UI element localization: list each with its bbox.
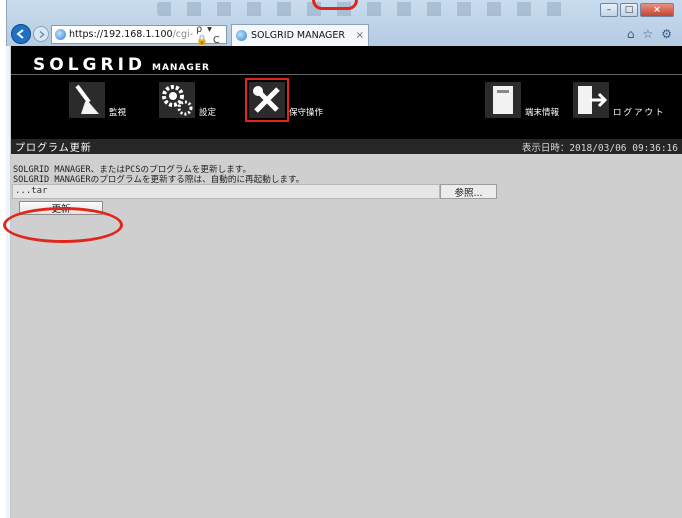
nav-maintenance-label: 保守操作	[289, 108, 324, 118]
tools-icon	[245, 78, 289, 122]
page-title: プログラム更新	[15, 143, 92, 154]
nav-maintenance[interactable]: 保守操作	[245, 78, 324, 122]
display-datetime: 表示日時：2018/03/06 09:36:16	[521, 142, 678, 154]
back-button[interactable]	[11, 24, 31, 44]
gear-icon[interactable]: ⚙	[661, 27, 672, 41]
nav-logout-label: ログアウト	[613, 108, 666, 118]
main-content: SOLGRID MANAGER、またはPCSのプログラムを更新します。 SOLG…	[11, 154, 682, 518]
star-icon[interactable]: ☆	[642, 27, 653, 41]
nav-terminal-info-label: 端末情報	[525, 108, 560, 118]
logo-subtext: MANAGER	[152, 63, 210, 73]
logout-icon	[571, 80, 611, 120]
broom-icon	[67, 80, 107, 120]
address-bar[interactable]: https://192.168.1.100/cgi- ρ ▾ 🔒 C	[51, 24, 227, 46]
close-button[interactable]: ×	[640, 3, 674, 17]
app-header: SOLGRID MANAGER 監視 設定 保守操作 端末情報 ログアウト	[11, 46, 682, 139]
blurred-favorites-bar	[157, 2, 577, 16]
url-host: https://192.168.1.100	[69, 29, 173, 40]
tab-close-icon[interactable]: ×	[356, 30, 364, 41]
forward-button[interactable]	[33, 26, 49, 42]
annotation-mark	[312, 0, 358, 10]
file-path-input[interactable]: ...tar	[12, 184, 440, 199]
url-path: /cgi-	[172, 29, 194, 40]
tab-title: SOLGRID MANAGER	[251, 30, 345, 41]
maximize-button[interactable]: □	[620, 3, 638, 17]
browser-tab[interactable]: SOLGRID MANAGER ×	[231, 24, 369, 46]
gears-icon	[157, 80, 197, 120]
browser-toolbar-icons: ⌂ ☆ ⚙	[627, 27, 672, 41]
nav-monitor-label: 監視	[109, 108, 127, 118]
url-text: https://192.168.1.100/cgi-	[69, 29, 193, 40]
solgrid-app: SOLGRID MANAGER 監視 設定 保守操作 端末情報 ログアウト プロ…	[11, 46, 682, 518]
nav-settings[interactable]: 設定	[157, 80, 216, 120]
page-titlebar: プログラム更新 表示日時：2018/03/06 09:36:16	[11, 139, 682, 154]
browser-window: https://192.168.1.100/cgi- ρ ▾ 🔒 C SOLGR…	[0, 0, 682, 518]
browse-button[interactable]: 参照...	[440, 184, 497, 199]
arrow-right-icon	[39, 30, 45, 38]
address-controls[interactable]: ρ ▾ 🔒 C	[196, 24, 226, 46]
nav-logout[interactable]: ログアウト	[571, 80, 666, 120]
ie-page-icon	[55, 29, 66, 40]
window-controls: – □ ×	[600, 3, 674, 17]
nav-terminal-info[interactable]: 端末情報	[483, 80, 559, 120]
update-button[interactable]: 更新	[19, 201, 103, 215]
header-divider	[11, 74, 682, 75]
minimize-button[interactable]: –	[600, 3, 618, 17]
terminal-icon	[483, 80, 523, 120]
app-logo: SOLGRID MANAGER	[33, 55, 210, 75]
nav-monitor[interactable]: 監視	[67, 80, 126, 120]
arrow-left-icon	[16, 29, 24, 39]
home-icon[interactable]: ⌂	[627, 27, 635, 41]
ie-tab-icon	[236, 30, 247, 41]
nav-settings-label: 設定	[199, 108, 217, 118]
logo-text: SOLGRID	[33, 55, 147, 75]
